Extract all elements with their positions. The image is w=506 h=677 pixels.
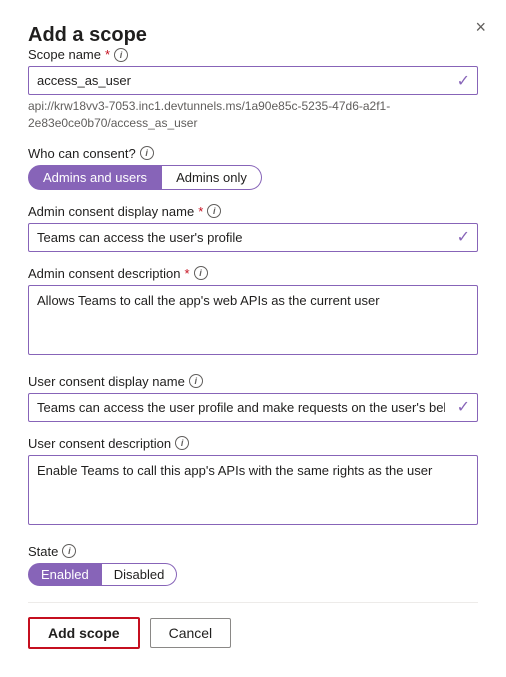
user-consent-description-input[interactable]: Enable Teams to call this app's APIs wit… <box>28 455 478 525</box>
admin-consent-display-name-input-wrapper: ✓ <box>28 223 478 252</box>
disabled-button[interactable]: Disabled <box>102 563 178 586</box>
cancel-button[interactable]: Cancel <box>150 618 232 648</box>
state-info-icon[interactable]: i <box>62 544 76 558</box>
required-star: * <box>105 47 110 62</box>
add-scope-dialog: Add a scope × Scope name * i ✓ api://krw… <box>0 0 506 677</box>
scope-name-check: ✓ <box>457 71 470 91</box>
enabled-button[interactable]: Enabled <box>28 563 102 586</box>
admin-consent-display-name-check: ✓ <box>457 227 470 247</box>
who-can-consent-info-icon[interactable]: i <box>140 146 154 160</box>
user-consent-display-name-input[interactable] <box>28 393 478 422</box>
scope-name-hint: api://krw18vv3-7053.inc1.devtunnels.ms/1… <box>28 98 478 132</box>
scope-name-input-wrapper: ✓ <box>28 66 478 95</box>
required-star-2: * <box>198 204 203 219</box>
consent-buttons-group: Admins and users Admins only <box>28 165 478 190</box>
admin-consent-display-name-field: Admin consent display name * i ✓ <box>28 204 478 252</box>
admin-consent-display-name-label: Admin consent display name * i <box>28 204 478 219</box>
who-can-consent-label: Who can consent? i <box>28 146 478 161</box>
user-consent-display-name-info-icon[interactable]: i <box>189 374 203 388</box>
scope-name-label: Scope name * i <box>28 47 478 62</box>
scope-name-input[interactable] <box>28 66 478 95</box>
close-button[interactable]: × <box>475 18 486 36</box>
admin-consent-display-name-info-icon[interactable]: i <box>207 204 221 218</box>
divider <box>28 602 478 603</box>
state-field: State i Enabled Disabled <box>28 544 478 586</box>
admin-consent-description-input[interactable]: Allows Teams to call the app's web APIs … <box>28 285 478 355</box>
state-label: State i <box>28 544 478 559</box>
admin-consent-description-field: Admin consent description * i Allows Tea… <box>28 266 478 360</box>
admins-and-users-button[interactable]: Admins and users <box>28 165 162 190</box>
add-scope-button[interactable]: Add scope <box>28 617 140 649</box>
admin-consent-description-info-icon[interactable]: i <box>194 266 208 280</box>
who-can-consent-field: Who can consent? i Admins and users Admi… <box>28 146 478 190</box>
state-buttons-group: Enabled Disabled <box>28 563 478 586</box>
user-consent-display-name-check: ✓ <box>457 397 470 417</box>
user-consent-display-name-input-wrapper: ✓ <box>28 393 478 422</box>
admins-only-button[interactable]: Admins only <box>162 165 262 190</box>
user-consent-description-info-icon[interactable]: i <box>175 436 189 450</box>
admin-consent-description-label: Admin consent description * i <box>28 266 478 281</box>
required-star-3: * <box>184 266 189 281</box>
scope-name-info-icon[interactable]: i <box>114 48 128 62</box>
action-buttons: Add scope Cancel <box>28 617 478 649</box>
admin-consent-display-name-input[interactable] <box>28 223 478 252</box>
user-consent-description-label: User consent description i <box>28 436 478 451</box>
user-consent-display-name-label: User consent display name i <box>28 374 478 389</box>
dialog-title: Add a scope <box>28 24 147 46</box>
scope-name-field: Scope name * i ✓ api://krw18vv3-7053.inc… <box>28 47 478 132</box>
user-consent-description-field: User consent description i Enable Teams … <box>28 436 478 530</box>
user-consent-display-name-field: User consent display name i ✓ <box>28 374 478 422</box>
